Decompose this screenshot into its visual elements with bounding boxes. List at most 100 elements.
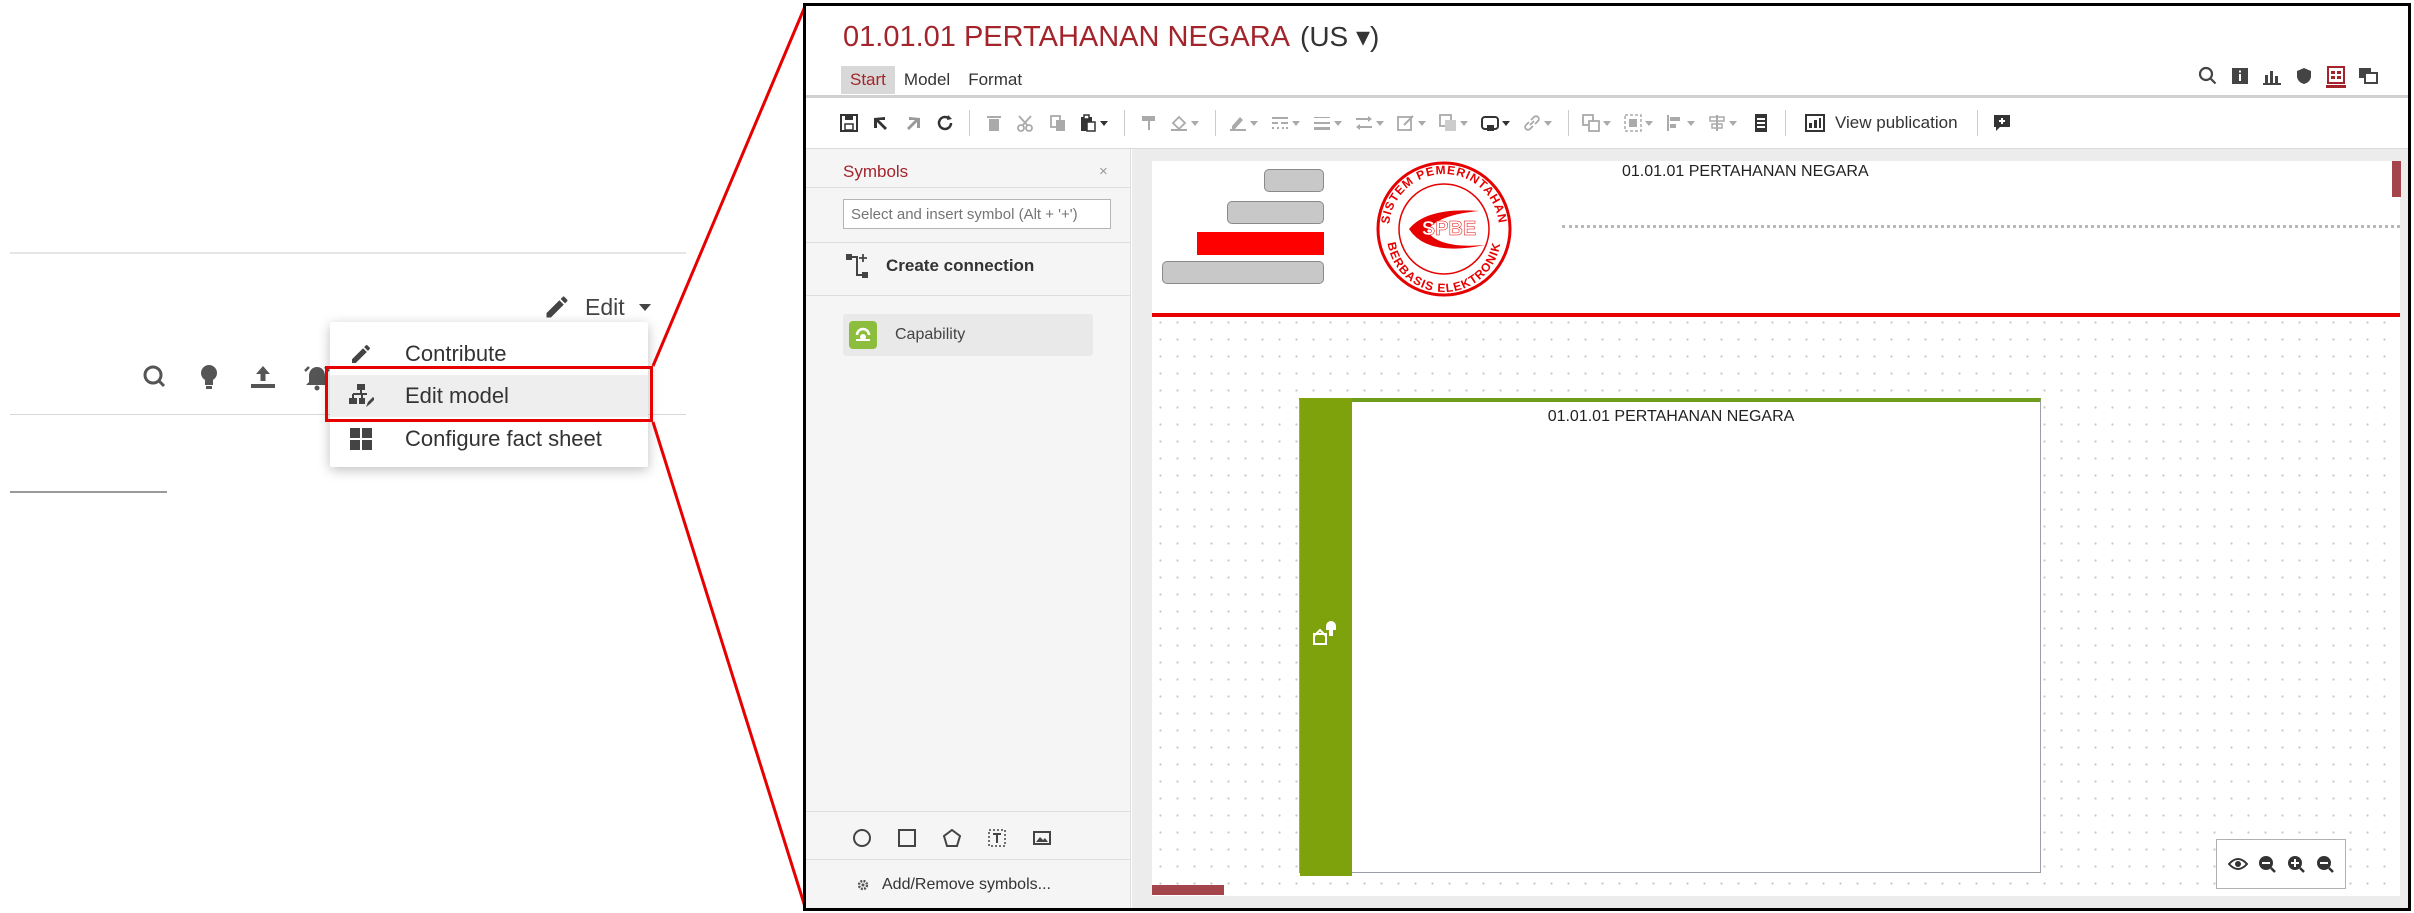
pentagon-shape-icon[interactable] bbox=[941, 827, 963, 849]
header-gray-pill bbox=[1227, 201, 1324, 224]
undo-icon[interactable] bbox=[870, 112, 892, 134]
symbols-panel: Symbols × Create connection Capability A… bbox=[806, 149, 1131, 908]
capability-object[interactable]: 01.01.01 PERTAHANAN NEGARA bbox=[1299, 398, 2041, 876]
top-divider bbox=[10, 252, 686, 254]
link-icon[interactable] bbox=[1523, 112, 1555, 134]
model-canvas[interactable]: SISTEM PEMERINTAHAN BERBASIS ELEKTRONIK … bbox=[1132, 149, 2408, 908]
zoom-in-icon[interactable] bbox=[2285, 853, 2307, 875]
paste-icon[interactable] bbox=[1079, 112, 1111, 134]
ribbon-tabs: Start Model Format bbox=[841, 66, 1031, 94]
tab-model[interactable]: Model bbox=[895, 66, 959, 94]
edit-label: Edit bbox=[585, 293, 625, 320]
symbol-search-input[interactable] bbox=[843, 199, 1111, 229]
model-editor-zoom: 01.01.01 PERTAHANAN NEGARA (US ▾) Start M… bbox=[803, 3, 2411, 911]
line-style-icon[interactable] bbox=[1271, 112, 1303, 134]
shape-style-icon[interactable] bbox=[1481, 112, 1513, 134]
ribbon-separator bbox=[1215, 110, 1216, 136]
fill-color-icon[interactable] bbox=[1170, 112, 1202, 134]
symbols-divider bbox=[806, 811, 1131, 812]
header-gray-pill bbox=[1162, 261, 1324, 284]
configure-fact-sheet-menu-item[interactable]: Configure fact sheet bbox=[330, 418, 648, 460]
image-shape-icon[interactable] bbox=[1031, 827, 1053, 849]
view-publication-button[interactable]: View publication bbox=[1799, 109, 1964, 137]
line-weight-icon[interactable] bbox=[1313, 112, 1345, 134]
text-box-icon[interactable] bbox=[986, 827, 1008, 849]
underline-divider bbox=[10, 491, 167, 493]
capability-label: Capability bbox=[895, 326, 966, 343]
page-header-title: 01.01.01 PERTAHANAN NEGARA bbox=[1622, 163, 1869, 180]
header-gray-pill bbox=[1264, 169, 1324, 192]
publication-icon bbox=[1805, 114, 1825, 132]
symbols-divider bbox=[806, 295, 1131, 296]
symbols-heading: Symbols bbox=[843, 162, 909, 181]
add-remove-symbols-button[interactable]: Add/Remove symbols... bbox=[856, 876, 1051, 894]
search-icon[interactable] bbox=[2198, 66, 2218, 86]
lightbulb-icon[interactable] bbox=[194, 362, 224, 392]
symbols-divider bbox=[806, 187, 1131, 188]
page-layout-icon[interactable] bbox=[1750, 112, 1772, 134]
create-connection-button[interactable]: Create connection bbox=[844, 252, 1034, 280]
spbe-logo: SISTEM PEMERINTAHAN BERBASIS ELEKTRONIK … bbox=[1367, 159, 1522, 299]
top-right-toolbar bbox=[2198, 64, 2378, 88]
arrow-style-icon[interactable] bbox=[1355, 112, 1387, 134]
refresh-icon[interactable] bbox=[934, 112, 956, 134]
delete-icon[interactable] bbox=[983, 112, 1005, 134]
circle-shape-icon[interactable] bbox=[851, 827, 873, 849]
redo-icon[interactable] bbox=[902, 112, 924, 134]
tab-format[interactable]: Format bbox=[959, 66, 1031, 94]
arrange-icon[interactable] bbox=[1582, 112, 1614, 134]
model-page[interactable]: SISTEM PEMERINTAHAN BERBASIS ELEKTRONIK … bbox=[1152, 161, 2401, 896]
language-selector[interactable]: (US ▾) bbox=[1300, 21, 1379, 52]
upload-icon[interactable] bbox=[248, 362, 278, 392]
align-icon[interactable] bbox=[1666, 112, 1698, 134]
info-icon[interactable] bbox=[2230, 66, 2250, 86]
comments-icon[interactable] bbox=[2358, 66, 2378, 86]
edit-menu-button[interactable]: Edit bbox=[543, 290, 651, 324]
model-title: 01.01.01 PERTAHANAN NEGARA (US ▾) bbox=[843, 20, 1379, 54]
edit-model-highlight bbox=[325, 366, 653, 422]
bar-chart-icon[interactable] bbox=[2262, 66, 2282, 86]
ribbon-separator bbox=[1976, 110, 1978, 136]
pencil-icon bbox=[543, 293, 571, 321]
ribbon-separator bbox=[969, 110, 970, 136]
horizontal-scrollbar-thumb[interactable] bbox=[1152, 885, 1224, 895]
distribute-icon[interactable] bbox=[1708, 112, 1740, 134]
symbols-divider bbox=[806, 242, 1131, 243]
properties-icon[interactable] bbox=[2326, 64, 2346, 88]
capability-symbol[interactable]: Capability bbox=[843, 314, 1093, 356]
cut-icon[interactable] bbox=[1015, 112, 1037, 134]
grid-icon bbox=[347, 425, 375, 453]
add-comment-icon[interactable] bbox=[1991, 112, 2013, 134]
group-icon[interactable] bbox=[1624, 112, 1656, 134]
add-remove-label: Add/Remove symbols... bbox=[882, 876, 1051, 893]
pencil-icon bbox=[347, 340, 375, 368]
copy-icon[interactable] bbox=[1047, 112, 1069, 134]
page-header: SISTEM PEMERINTAHAN BERBASIS ELEKTRONIK … bbox=[1152, 161, 2400, 311]
save-icon[interactable] bbox=[838, 112, 860, 134]
chevron-down-icon bbox=[638, 302, 651, 312]
line-color-icon[interactable] bbox=[1229, 112, 1261, 134]
shield-icon[interactable] bbox=[2294, 66, 2314, 86]
gear-icon bbox=[856, 878, 870, 892]
tab-start[interactable]: Start bbox=[841, 66, 895, 94]
edit-shape-icon[interactable] bbox=[1397, 112, 1429, 134]
zoom-100-icon[interactable] bbox=[2256, 853, 2278, 875]
format-painter-icon[interactable] bbox=[1138, 112, 1160, 134]
eye-icon[interactable] bbox=[2227, 853, 2249, 875]
search-icon[interactable] bbox=[140, 362, 170, 392]
header-red-line bbox=[1152, 313, 2400, 317]
vertical-scrollbar-thumb[interactable] bbox=[2392, 161, 2401, 197]
capability-icon bbox=[849, 321, 877, 349]
ribbon-separator bbox=[1124, 110, 1125, 136]
svg-text:SPBE: SPBE bbox=[1422, 218, 1476, 240]
header-red-bar bbox=[1197, 232, 1324, 255]
close-icon[interactable]: × bbox=[1099, 163, 1108, 180]
zoom-controls bbox=[2216, 839, 2346, 889]
rectangle-shape-icon[interactable] bbox=[896, 827, 918, 849]
zoom-out-icon[interactable] bbox=[2314, 853, 2336, 875]
capability-title: 01.01.01 PERTAHANAN NEGARA bbox=[1547, 408, 1795, 425]
configure-fact-sheet-label: Configure fact sheet bbox=[405, 426, 602, 451]
shadow-icon[interactable] bbox=[1439, 112, 1471, 134]
basic-shapes-row bbox=[851, 827, 1053, 849]
view-publication-label: View publication bbox=[1835, 113, 1958, 132]
